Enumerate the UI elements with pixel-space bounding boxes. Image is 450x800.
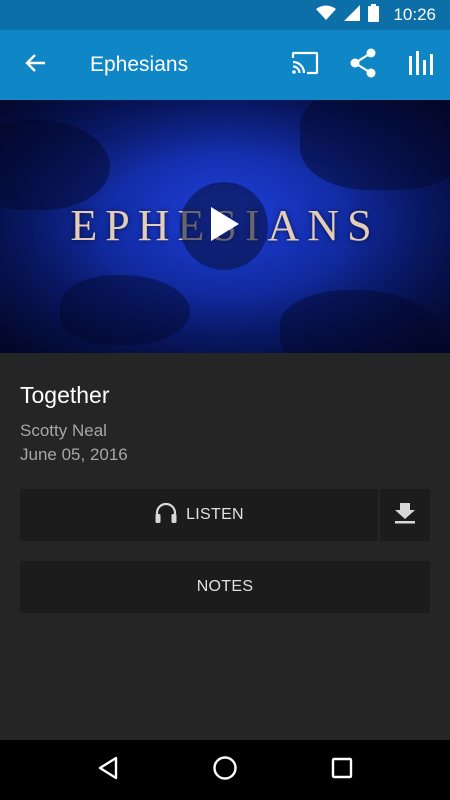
sermon-date: June 05, 2016: [20, 445, 128, 464]
page-title: Ephesians: [90, 53, 189, 76]
notes-button[interactable]: NOTES: [20, 561, 430, 613]
sermon-video[interactable]: EPHESIANS: [0, 100, 450, 353]
status-bar: 10:26: [0, 0, 450, 30]
notes-label: NOTES: [196, 578, 254, 595]
listen-button[interactable]: LISTEN: [20, 489, 378, 541]
back-triangle-icon: [97, 756, 119, 785]
app-bar: Ephesians: [0, 30, 450, 100]
back-arrow-icon: [24, 52, 46, 79]
cast-button[interactable]: [276, 30, 334, 100]
sermon-details: Together Scotty Neal June 05, 2016 LISTE…: [0, 353, 450, 740]
home-circle-icon: [212, 755, 238, 786]
recents-square-icon: [331, 757, 353, 784]
play-button[interactable]: [180, 182, 268, 270]
nav-back-button[interactable]: [78, 740, 138, 800]
nav-home-button[interactable]: [195, 740, 255, 800]
stats-button[interactable]: [392, 30, 450, 100]
nav-recents-button[interactable]: [312, 740, 372, 800]
equalizer-icon: [408, 50, 434, 81]
status-time: 10:26: [393, 5, 436, 24]
share-icon: [349, 48, 377, 83]
listen-label: LISTEN: [186, 506, 244, 523]
signal-icon: [344, 4, 361, 26]
back-button[interactable]: [0, 30, 70, 100]
cast-icon: [291, 51, 319, 80]
play-icon: [207, 205, 241, 248]
wifi-icon: [316, 5, 337, 26]
sermon-title: Together: [20, 382, 110, 408]
download-button[interactable]: [380, 489, 430, 541]
listen-row: LISTEN: [20, 489, 430, 541]
headphones-icon: [154, 502, 178, 529]
download-icon: [393, 501, 417, 530]
battery-icon: [368, 3, 380, 27]
system-nav-bar: [0, 740, 450, 800]
share-button[interactable]: [334, 30, 392, 100]
speaker-name: Scotty Neal: [20, 421, 107, 440]
